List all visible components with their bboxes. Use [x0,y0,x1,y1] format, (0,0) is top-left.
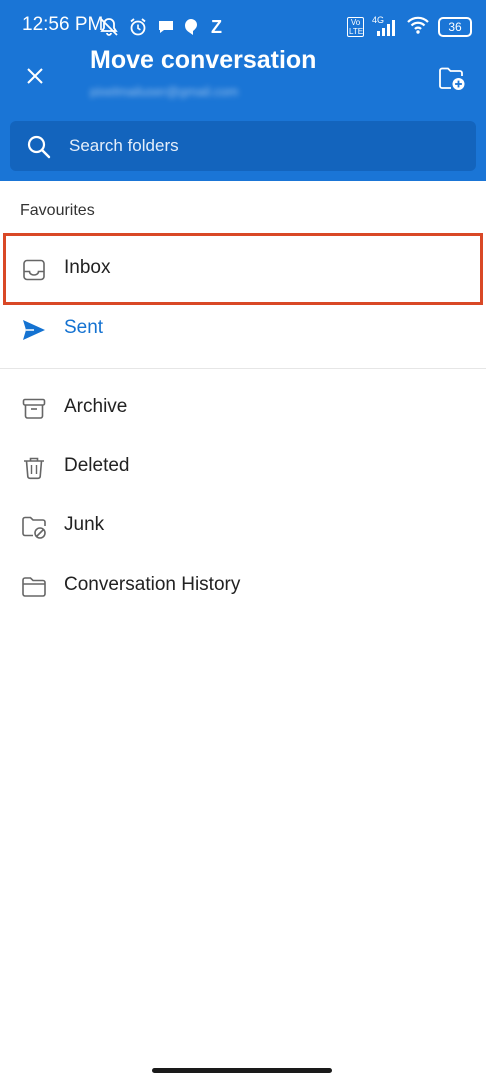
account-email: pixelmailuser@gmail.com [90,84,239,98]
z-notification-icon: Z [211,17,222,37]
folder-item-junk[interactable]: Junk [0,497,486,555]
folder-label-junk: Junk [64,514,105,535]
page-title: Move conversation [90,46,317,74]
battery-level: 36 [448,20,462,34]
folder-label-sent: Sent [64,317,104,338]
section-divider [0,368,486,369]
search-folders-input[interactable]: Search folders [10,121,476,171]
search-placeholder: Search folders [69,136,179,155]
muted-bell-icon [99,17,119,37]
send-icon [23,320,45,340]
search-icon [27,135,51,159]
trash-icon [24,457,44,480]
archive-icon [22,398,46,419]
signal-icon: 4G [372,15,398,37]
notification-icons: Z [99,14,222,40]
home-indicator[interactable] [152,1068,332,1073]
app-notification-icon [184,18,198,36]
close-button[interactable] [20,61,50,91]
wifi-icon [406,15,430,40]
alarm-icon [128,17,148,37]
folder-label-inbox: Inbox [64,257,111,278]
folder-item-deleted[interactable]: Deleted [0,438,486,496]
folder-label-deleted: Deleted [64,455,130,476]
folder-icon [22,577,46,597]
folder-label-conversation-history: Conversation History [64,574,241,595]
close-icon [27,68,43,84]
new-folder-button[interactable] [438,64,466,92]
folder-item-conversation-history[interactable]: Conversation History [0,557,486,615]
chat-bubble-icon [157,18,175,36]
folder-item-sent[interactable]: Sent [0,300,486,358]
folder-label-archive: Archive [64,396,128,417]
status-time: 12:56 PM [22,14,104,35]
folder-item-inbox[interactable]: Inbox [0,240,486,298]
app-header: 12:56 PM Z Vo LTE 4G 36 Move conversatio… [0,0,486,181]
folder-item-archive[interactable]: Archive [0,379,486,437]
folder-add-icon [439,67,465,90]
favourites-heading: Favourites [20,202,95,219]
junk-folder-icon [22,516,46,539]
battery-icon: 36 [438,17,472,37]
volte-icon: Vo LTE [347,17,364,37]
inbox-icon [23,259,45,281]
system-status-icons: Vo LTE 4G 36 [347,14,472,40]
